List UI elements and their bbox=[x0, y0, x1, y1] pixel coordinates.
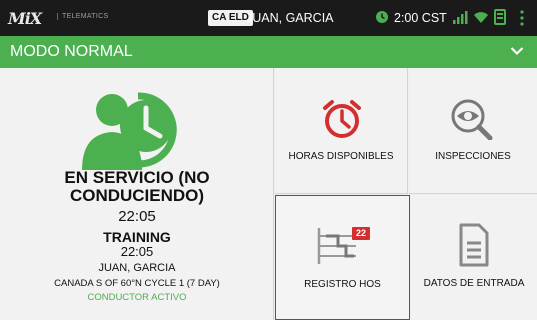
duty-status-panel[interactable]: EN SERVICIO (NO CONDUCIENDO) 22:05 TRAIN… bbox=[0, 68, 274, 320]
duty-status-time: 22:05 bbox=[118, 208, 156, 225]
tile-label: DATOS DE ENTRADA bbox=[423, 278, 525, 289]
cycle-name: TRAINING bbox=[103, 229, 171, 245]
tile-label: REGISTRO HOS bbox=[304, 279, 381, 290]
driver-status: CONDUCTOR ACTIVO bbox=[87, 292, 187, 303]
hos-count-badge: 22 bbox=[352, 227, 370, 240]
driver-name: JUAN, GARCIA bbox=[98, 262, 176, 274]
status-bar: MiX TELEMATICS CA ELD JUAN, GARCIA 2:00 … bbox=[0, 0, 537, 36]
alarm-clock-icon bbox=[323, 100, 361, 138]
clock-icon bbox=[376, 11, 388, 23]
driver-clock-icon bbox=[82, 92, 177, 170]
menu-icon[interactable] bbox=[520, 10, 524, 26]
tile-available-hours[interactable]: HORAS DISPONIBLES bbox=[275, 68, 408, 194]
tile-hos-log[interactable]: 22 REGISTRO HOS bbox=[275, 195, 410, 320]
cycle-time: 22:05 bbox=[120, 244, 154, 259]
tile-label: INSPECCIONES bbox=[435, 151, 511, 162]
mode-selector[interactable]: MODO NORMAL bbox=[0, 36, 537, 68]
signal-icon bbox=[453, 11, 468, 24]
ruleset: CANADA S OF 60°N CYCLE 1 (7 DAY) bbox=[54, 278, 220, 289]
device-icon bbox=[494, 9, 506, 25]
wifi-icon bbox=[474, 12, 488, 23]
document-icon bbox=[459, 223, 489, 267]
duty-status-title: EN SERVICIO (NO CONDUCIENDO) bbox=[64, 168, 210, 205]
chevron-down-icon[interactable] bbox=[510, 46, 524, 56]
magnifier-eye-icon bbox=[451, 99, 493, 140]
tile-input-data[interactable]: DATOS DE ENTRADA bbox=[411, 195, 537, 320]
brand-subtitle: TELEMATICS bbox=[57, 13, 108, 20]
header-driver-name: JUAN, GARCIA bbox=[246, 11, 334, 25]
brand-logo: MiX bbox=[8, 9, 42, 28]
tile-label: HORAS DISPONIBLES bbox=[288, 151, 394, 162]
clock-time: 2:00 CST bbox=[394, 11, 447, 25]
tile-inspections[interactable]: INSPECCIONES bbox=[409, 68, 537, 194]
mode-label: MODO NORMAL bbox=[10, 43, 133, 60]
